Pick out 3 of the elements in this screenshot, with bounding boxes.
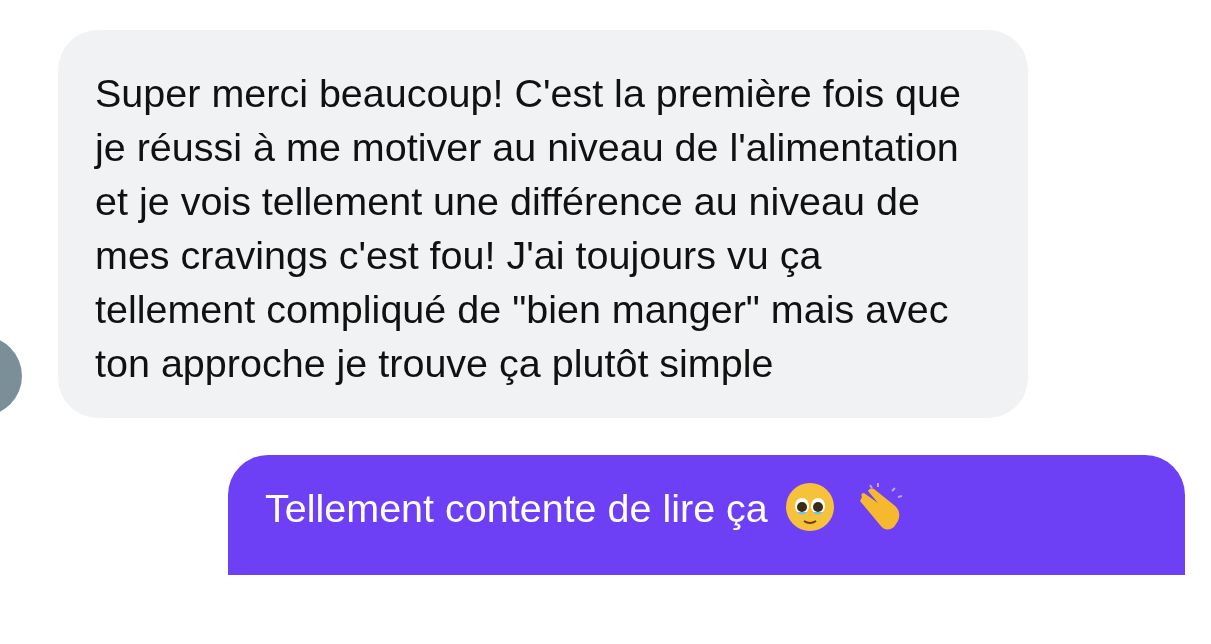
message-text: Tellement contente de lire ça — [265, 485, 768, 532]
message-bubble: Super merci beaucoup! C'est la première fois que je réussi à me motiver au niveau de l'alimentation et je vois tellement une différence au niveau de mes cravings c'est fou! J'ai toujours vu ça tellement compliqué de "bien manger" mais avec ton approche je trouve ça plutôt simple — [58, 30, 1028, 418]
smiling-face-with-tears-icon — [783, 481, 836, 533]
